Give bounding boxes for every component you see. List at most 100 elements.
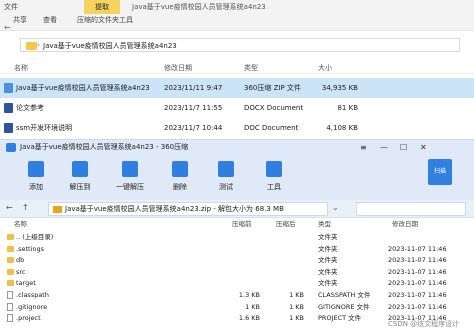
column-type[interactable]: 类型 [318,219,331,230]
folder-icon [7,280,14,287]
column-date[interactable]: 修改日期 [392,219,418,230]
zip-icon [53,206,62,213]
zip-path-bar: ← ↑ Java基于vue疫情校园人员管理系统a4n23.zip - 解包大小为… [0,200,474,218]
row-type: PROJECT 文件 [318,314,362,323]
column-size[interactable]: 大小 [318,62,332,74]
file-size: 81 KB [337,104,358,112]
column-date[interactable]: 修改日期 [164,62,192,74]
minimize-icon[interactable]: — [380,140,388,155]
column-type[interactable]: 类型 [244,62,258,74]
folder-icon [7,268,14,275]
file-type: 360压缩 ZIP 文件 [244,84,301,92]
row-date: 2023-11-07 11:46 [388,291,447,299]
file-row[interactable]: ssm开发环境说明 2023/11/7 10:44 DOC Document 4… [0,118,474,138]
table-row[interactable]: src 文件夹 2023-11-07 11:46 [0,267,474,278]
table-row[interactable]: .gitignore 1 KB 1 KB GITIGNORE 文件 2023-11-07… [0,302,474,313]
scan-button[interactable]: 扫描 [428,159,452,185]
row-size-after: 1 KB [289,291,304,299]
tools-icon [266,161,282,177]
one-click-extract-label: 一键解压 [116,183,144,191]
address-bar[interactable]: › Java基于vue疫情校园人员管理系统a4n23 [20,38,460,52]
extract-to-button[interactable]: 解压到 [63,161,97,199]
back-arrow-icon[interactable]: ← [6,203,13,212]
table-row[interactable]: .settings 文件夹 2023-11-07 11:46 [0,244,474,255]
zip-toolbar: 添加 解压到 一键解压 删除 测试 工具 扫描 [0,155,474,200]
delete-label: 删除 [173,183,187,191]
folder-icon [26,42,37,50]
add-label: 添加 [29,183,43,191]
file-date: 2023/11/7 10:44 [164,124,223,132]
file-explorer-window: 文件 Java基于vue疫情校园人员管理系统a4n23 提取 共享 查看 压缩的… [0,0,474,140]
add-button[interactable]: 添加 [19,161,53,199]
row-date: 2023-11-07 11:46 [388,267,447,276]
tab-extract[interactable]: 提取 [84,0,120,14]
column-size-after[interactable]: 压缩后 [276,219,296,230]
row-name: target [16,279,36,288]
table-row[interactable]: .. (上级目录) 文件夹 [0,232,474,243]
folder-icon [7,245,14,252]
file-type: DOC Document [244,124,299,132]
explorer-titlebar: 文件 Java基于vue疫情校园人员管理系统a4n23 提取 [0,0,474,14]
zip-path-text: Java基于vue疫情校园人员管理系统a4n23.zip - 解包大小为 68.… [65,205,284,213]
back-arrow-icon[interactable]: ← [4,23,11,32]
watermark: CSDN @炫文程序设计 [388,320,460,328]
test-button[interactable]: 测试 [209,161,243,199]
row-type: 文件夹 [318,267,338,276]
file-date: 2023/11/11 9:47 [164,84,223,92]
zip-search-input[interactable] [356,202,466,216]
address-path: Java基于vue疫情校园人员管理系统a4n23 [43,42,177,50]
row-size-before: 1 KB [245,302,260,311]
column-size-before[interactable]: 压缩前 [232,219,252,230]
row-size-after: 1 KB [289,314,304,323]
explorer-column-header: 名称 修改日期 类型 大小 [0,62,474,74]
tools-button[interactable]: 工具 [257,161,291,199]
close-icon[interactable]: ✕ [420,140,427,155]
tab-file[interactable]: 文件 [0,0,22,14]
one-click-extract-button[interactable]: 一键解压 [113,161,147,199]
file-size: 4,108 KB [326,124,358,132]
zip-path-field[interactable]: Java基于vue疫情校园人员管理系统a4n23.zip - 解包大小为 68.… [48,202,328,216]
row-type: 文件夹 [318,256,338,265]
zip-titlebar: Java基于vue疫情校园人员管理系统a4n23 - 360压缩 ≡ — ☐ ✕ [0,140,474,155]
file-size: 34,935 KB [321,84,358,92]
file-icon [7,302,13,311]
word-doc-icon [4,123,13,133]
explorer-window-title: Java基于vue疫情校园人员管理系统a4n23 [132,3,266,11]
row-size-before: 1.6 KB [238,314,260,323]
word-doc-icon [4,103,13,113]
tab-share[interactable]: 共享 [10,14,30,28]
table-row[interactable]: .classpath 1.3 KB 1 KB CLASSPATH 文件 2023-11-… [0,290,474,301]
row-type: GITIGNORE 文件 [318,302,370,311]
zip-icon [4,83,13,93]
row-name: .project [16,314,41,323]
row-date: 2023-11-07 11:46 [388,279,447,288]
tab-compressed-folder-tools[interactable]: 压缩的文件夹工具 [70,14,140,28]
row-name: .. (上级目录) [16,233,54,241]
menu-icon[interactable]: ≡ [360,140,367,155]
ribbon-tabs: 共享 查看 压缩的文件夹工具 [0,14,474,31]
extract-to-label: 解压到 [69,183,91,191]
file-name: 论文参考 [16,104,44,112]
chevron-right-icon: › [37,41,40,49]
row-date: 2023-11-07 11:46 [388,244,447,253]
delete-button[interactable]: 删除 [163,161,197,199]
row-date: 2023-11-07 11:46 [388,256,447,265]
file-row[interactable]: Java基于vue疫情校园人员管理系统a4n23 2023/11/11 9:47… [0,78,474,98]
table-row[interactable]: db 文件夹 2023-11-07 11:46 [0,255,474,266]
maximize-icon[interactable]: ☐ [400,140,407,155]
file-name: Java基于vue疫情校园人员管理系统a4n23 [16,84,150,92]
row-size-before: 1.3 KB [238,291,260,299]
tab-view[interactable]: 查看 [40,14,60,28]
one-click-extract-icon [122,161,138,177]
row-type: 文件夹 [318,244,338,253]
column-name[interactable]: 名称 [14,62,28,74]
chevron-down-icon[interactable]: ⌄ [332,203,339,212]
row-date: 2023-11-07 11:46 [388,302,447,311]
up-arrow-icon[interactable]: ↑ [22,203,29,212]
file-row[interactable]: 论文参考 2023/11/7 11:55 DOCX Document 81 KB [0,98,474,118]
row-name: src [16,267,26,276]
row-name: .settings [16,244,44,253]
column-name[interactable]: 名称 [14,219,27,230]
row-name: db [16,256,25,265]
table-row[interactable]: target 文件夹 2023-11-07 11:46 [0,278,474,289]
